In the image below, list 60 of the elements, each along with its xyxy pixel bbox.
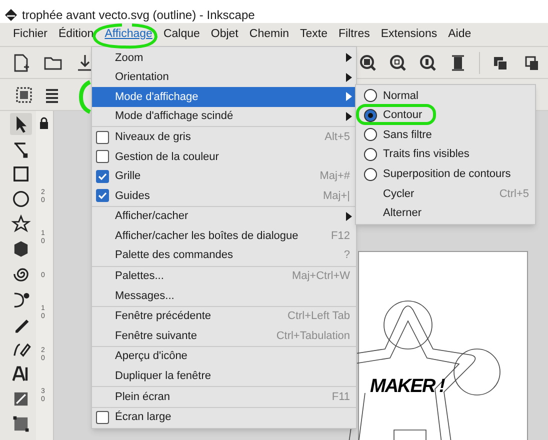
window-title: trophée avant vecto.svg (outline) - Inkscape [22, 6, 255, 24]
app-logo-icon [4, 8, 18, 22]
menu-item[interactable]: Édition [54, 26, 99, 44]
radio-button[interactable] [364, 148, 377, 162]
menu-item[interactable]: Dupliquer la fenêtre [92, 366, 356, 386]
menu-item[interactable]: Cycler Ctrl+5 [356, 184, 535, 204]
menu-item[interactable]: Gestion de la couleur [92, 146, 356, 167]
submenu-arrow-icon [346, 72, 352, 82]
menu-item[interactable]: Afficher/cacher les boîtes de dialogue F12 [92, 226, 356, 246]
radio-button[interactable] [364, 108, 377, 122]
submenu-arrow-icon [346, 92, 352, 102]
menu-item[interactable]: Mode d'affichage [92, 87, 356, 107]
menu-item[interactable]: Chemin [244, 26, 294, 44]
menu-item[interactable]: Mode d'affichage scindé [92, 106, 356, 126]
menu-item[interactable]: Palette des commandes ? [92, 246, 356, 266]
radio-button[interactable] [364, 89, 377, 102]
checkbox[interactable] [96, 150, 109, 164]
menu-item[interactable]: Grille Maj+# [92, 166, 356, 186]
menu-item[interactable]: Afficher/cacher [92, 206, 356, 226]
menu-item[interactable]: Objet [206, 26, 244, 44]
checkbox[interactable] [96, 189, 109, 202]
submenu-arrow-icon [346, 212, 352, 222]
menu-item[interactable]: Plein écran F11 [92, 387, 356, 407]
menu-item[interactable]: Fenêtre précédente Ctrl+Left Tab [92, 306, 356, 326]
menu-item[interactable]: Palettes... Maj+Ctrl+W [92, 266, 356, 286]
menu-item[interactable]: Extensions [376, 26, 442, 44]
annotation-scribble [92, 23, 158, 49]
menu-item[interactable]: Fichier [8, 26, 53, 44]
checkbox[interactable] [96, 410, 109, 424]
menu-item[interactable]: Niveaux de gris Alt+5 [92, 127, 356, 147]
menu-item[interactable]: Alterner [356, 204, 535, 224]
radio-button[interactable] [364, 128, 377, 142]
submenu-arrow-icon [346, 53, 352, 62]
menu-item[interactable]: Guides Maj+| [92, 186, 356, 206]
menu-item[interactable]: Zoom [92, 48, 356, 68]
lock-icon[interactable] [38, 117, 50, 129]
ellipse-tool-icon[interactable] [10, 188, 32, 210]
checkbox[interactable] [96, 130, 109, 144]
menu-item[interactable]: Superposition de contours [356, 164, 535, 184]
menu-item[interactable]: Traits fins visibles [356, 144, 535, 164]
submenu-arrow-icon [346, 112, 352, 122]
menu-item[interactable]: Normal [356, 86, 535, 106]
radio-button[interactable] [364, 168, 377, 181]
select-arrow-tool-icon[interactable] [10, 113, 32, 135]
menu-item[interactable]: Sans filtre [356, 125, 535, 145]
menu-item[interactable]: Fenêtre suivante Ctrl+Tabulation [92, 326, 356, 346]
menu-item[interactable]: Écran large [92, 408, 356, 428]
menu-item[interactable]: Orientation [92, 68, 356, 88]
checkbox[interactable] [96, 170, 109, 183]
menu-item[interactable]: Affichage [100, 26, 158, 44]
menu-item[interactable]: Messages... [92, 286, 356, 306]
menu-item[interactable]: Aide [443, 26, 476, 44]
menu-item[interactable]: Filtres [334, 26, 375, 44]
menu-item[interactable]: Texte [295, 26, 333, 44]
annotation-scribble [79, 80, 91, 114]
star-tool-icon[interactable] [10, 213, 32, 235]
menu-item[interactable]: Calque [158, 26, 205, 44]
menu-item[interactable]: Aperçu d'icône [92, 346, 356, 366]
select-all-icon[interactable] [14, 84, 34, 104]
canvas-text: MAKER ! [370, 375, 444, 399]
